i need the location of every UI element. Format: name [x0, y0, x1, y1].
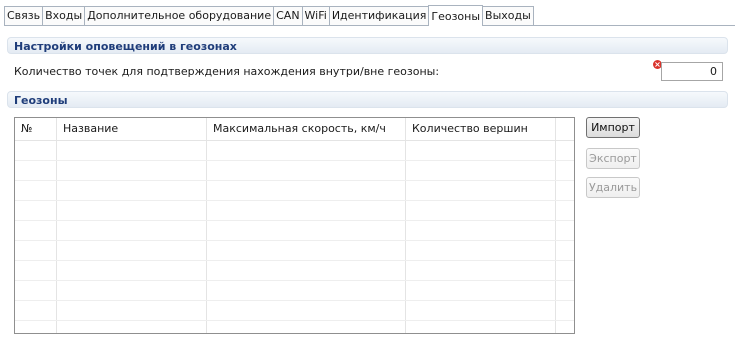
table-cell [556, 181, 574, 200]
column-header-vertex-count[interactable]: Количество вершин [406, 118, 556, 140]
table-cell [15, 301, 57, 320]
table-cell [406, 281, 556, 300]
export-button[interactable]: Экспорт [586, 148, 640, 169]
table-cell [207, 161, 406, 180]
table-cell [207, 321, 406, 333]
tab-extra-equipment[interactable]: Дополнительное оборудование [84, 6, 275, 25]
table-cell [57, 141, 207, 160]
table-row[interactable] [15, 181, 574, 201]
tab-svyaz[interactable]: Связь [4, 6, 44, 25]
table-cell [556, 301, 574, 320]
table-cell [207, 281, 406, 300]
table-cell [57, 321, 207, 333]
table-cell [556, 321, 574, 333]
table-cell [15, 181, 57, 200]
table-cell [57, 301, 207, 320]
confirm-points-input[interactable]: 0 [661, 62, 723, 81]
table-cell [207, 201, 406, 220]
table-row[interactable] [15, 321, 574, 333]
table-row[interactable] [15, 281, 574, 301]
table-cell [57, 241, 207, 260]
table-cell [406, 261, 556, 280]
table-cell [15, 221, 57, 240]
table-cell [15, 281, 57, 300]
table-cell [57, 161, 207, 180]
table-row[interactable] [15, 261, 574, 281]
tab-can[interactable]: CAN [273, 6, 303, 25]
table-cell [207, 221, 406, 240]
tab-vhody[interactable]: Входы [42, 6, 86, 25]
table-cell [556, 261, 574, 280]
table-row[interactable] [15, 161, 574, 181]
table-cell [57, 201, 207, 220]
table-cell [15, 201, 57, 220]
column-header-filler [556, 118, 574, 140]
column-header-name[interactable]: Название [57, 118, 207, 140]
table-cell [406, 141, 556, 160]
table-cell [406, 241, 556, 260]
tab-identification[interactable]: Идентификация [328, 6, 430, 25]
table-cell [57, 181, 207, 200]
table-cell [207, 241, 406, 260]
table-row[interactable] [15, 241, 574, 261]
table-header: № Название Максимальная скорость, км/ч К… [15, 118, 574, 141]
table-cell [406, 221, 556, 240]
table-cell [15, 141, 57, 160]
table-cell [406, 201, 556, 220]
table-cell [556, 161, 574, 180]
table-cell [406, 181, 556, 200]
tab-wifi[interactable]: WiFi [301, 6, 330, 25]
column-header-max-speed[interactable]: Максимальная скорость, км/ч [207, 118, 406, 140]
column-header-number[interactable]: № [15, 118, 57, 140]
table-cell [207, 301, 406, 320]
table-cell [15, 261, 57, 280]
table-cell [15, 161, 57, 180]
table-cell [57, 281, 207, 300]
notify-section-header: Настройки оповещений в геозонах [7, 37, 728, 54]
table-cell [556, 141, 574, 160]
table-cell [406, 301, 556, 320]
table-cell [57, 221, 207, 240]
table-row[interactable] [15, 301, 574, 321]
table-cell [207, 141, 406, 160]
table-cell [207, 181, 406, 200]
confirm-points-label: Количество точек для подтверждения нахож… [14, 65, 440, 78]
table-cell [556, 281, 574, 300]
geozones-section-header: Геозоны [7, 91, 728, 108]
geozones-table[interactable]: № Название Максимальная скорость, км/ч К… [14, 117, 575, 334]
tab-geozones[interactable]: Геозоны [428, 5, 484, 26]
table-cell [556, 221, 574, 240]
table-row[interactable] [15, 221, 574, 241]
table-row[interactable] [15, 141, 574, 161]
table-cell [406, 161, 556, 180]
tab-outputs[interactable]: Выходы [482, 6, 534, 25]
table-cell [406, 321, 556, 333]
delete-button[interactable]: Удалить [586, 177, 640, 198]
table-row[interactable] [15, 201, 574, 221]
table-cell [556, 241, 574, 260]
table-cell [15, 241, 57, 260]
table-cell [57, 261, 207, 280]
table-cell [556, 201, 574, 220]
table-cell [207, 261, 406, 280]
import-button[interactable]: Импорт [586, 117, 640, 138]
table-cell [15, 321, 57, 333]
tab-bar: Связь Входы Дополнительное оборудование … [4, 5, 735, 26]
